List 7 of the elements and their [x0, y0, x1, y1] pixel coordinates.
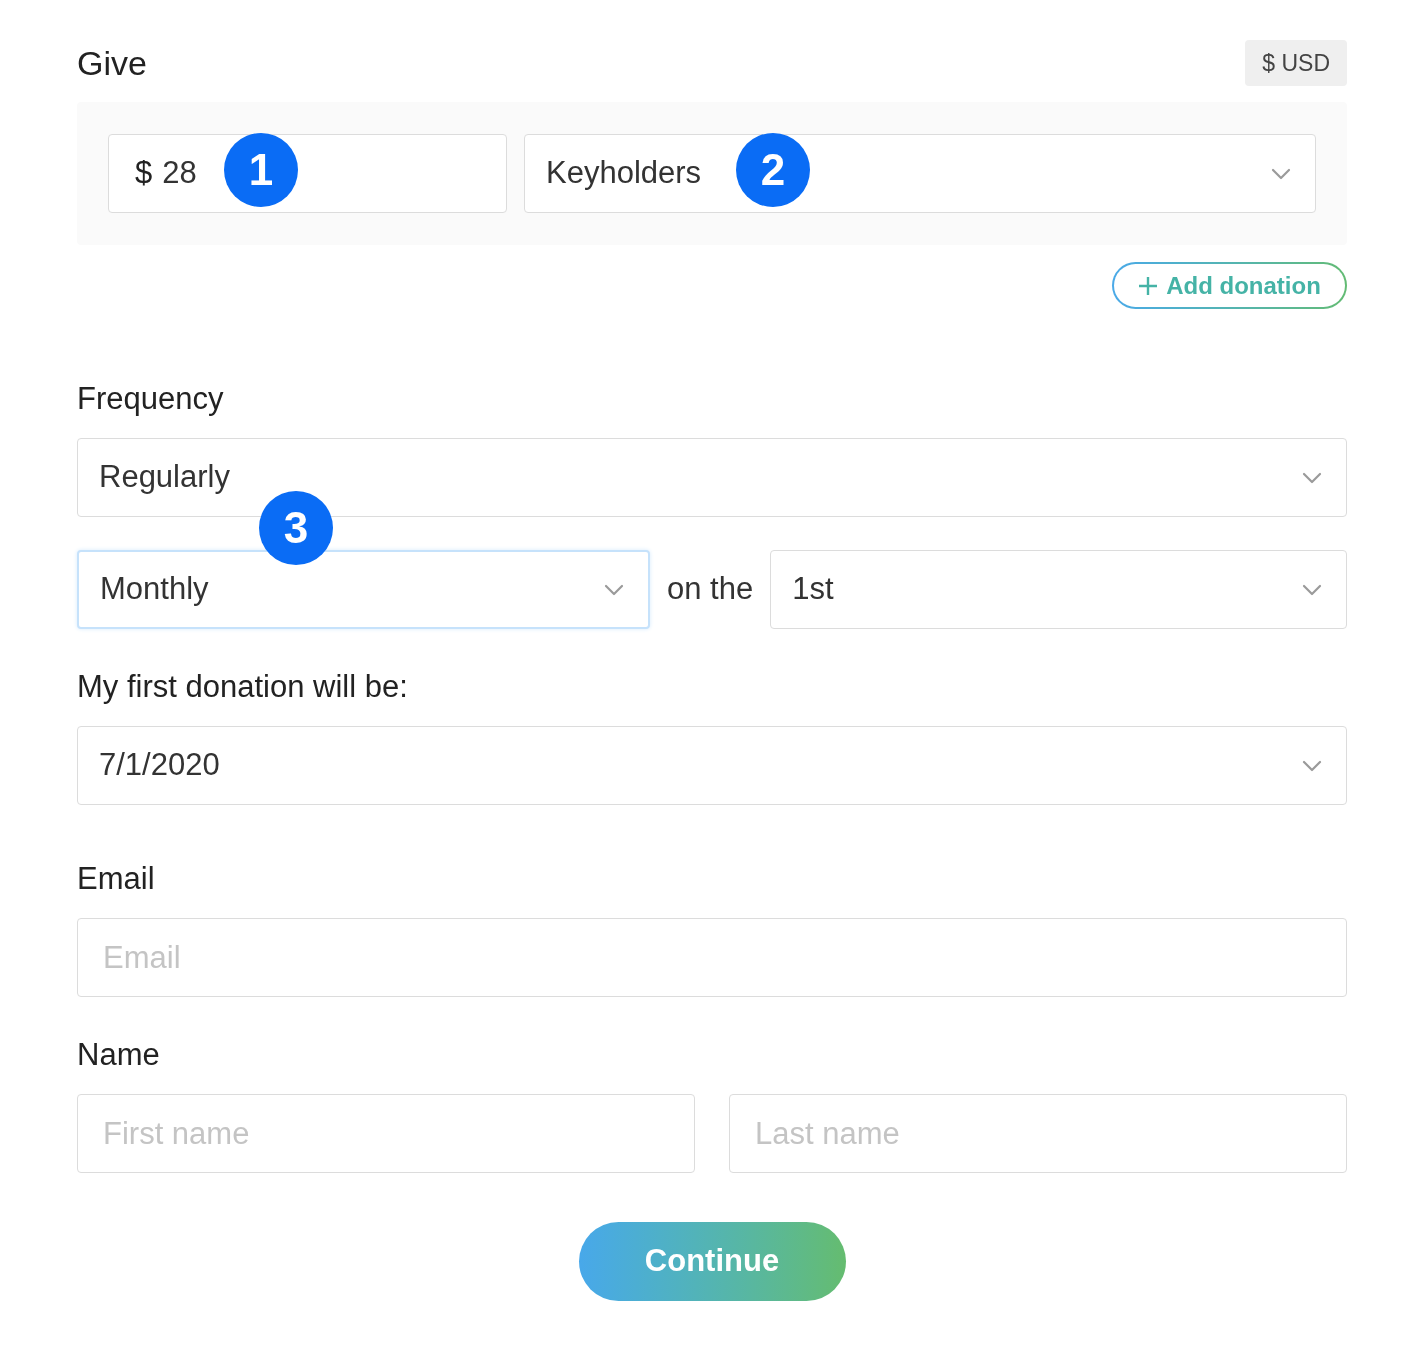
- section-title: Give: [77, 42, 147, 84]
- field-label: Email: [77, 861, 156, 897]
- connector-text: on the: [667, 570, 754, 609]
- currency-symbol: $: [135, 154, 153, 193]
- field-label: My first donation will be:: [77, 669, 409, 705]
- field-label: Frequency: [77, 381, 225, 417]
- field-label: Name: [77, 1037, 161, 1073]
